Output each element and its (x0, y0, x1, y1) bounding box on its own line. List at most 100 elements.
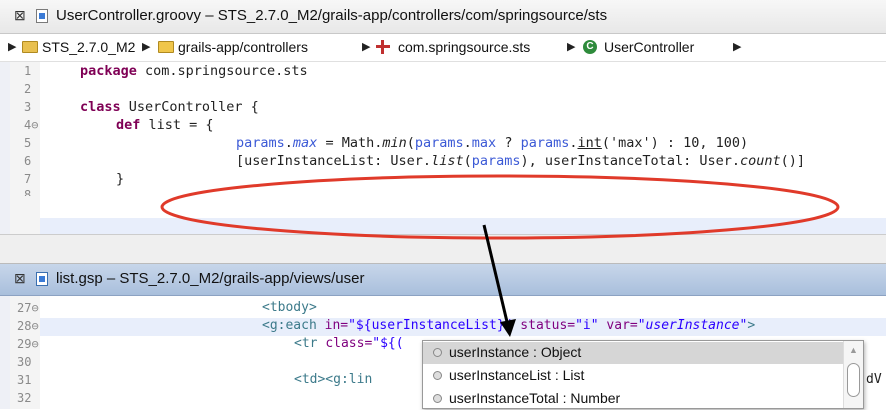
line-number: 6 (24, 154, 32, 168)
overview-ruler (0, 296, 10, 409)
line-number[interactable]: 4⊖ (24, 118, 38, 132)
code-line: } (116, 171, 124, 187)
line-number[interactable]: 28⊖ (17, 319, 39, 333)
line-number: 1 (24, 64, 32, 78)
class-icon: C (583, 40, 597, 54)
code-token: params (520, 135, 570, 151)
code-token: min (382, 135, 407, 151)
chevron-right-icon[interactable]: ▶ (733, 40, 741, 53)
code-token: "${( (372, 336, 404, 351)
assist-item-label: userInstanceList : List (449, 367, 585, 383)
breadcrumb-folder[interactable]: grails-app/controllers (178, 39, 308, 55)
code-line: [userInstanceList: User.list(params), us… (236, 153, 805, 169)
overview-ruler (0, 62, 10, 234)
breadcrumb: ▶ STS_2.7.0_M2 ▶ grails-app/controllers … (0, 34, 886, 62)
line-number: 2 (24, 82, 32, 96)
code-text: list = { (140, 117, 214, 133)
gsp-file-icon (36, 272, 48, 286)
code-token: list (431, 153, 464, 169)
code-token: } (116, 171, 125, 187)
chevron-right-icon[interactable]: ▶ (142, 40, 150, 53)
code-token: "i" (575, 318, 599, 333)
line-number: 30 (17, 355, 32, 369)
close-icon[interactable]: ⊠ (14, 8, 28, 22)
code-token: ), userInstanceTotal: User. (520, 153, 740, 169)
code-token: max (292, 135, 318, 151)
assist-item[interactable]: userInstanceList : List (423, 365, 843, 387)
assist-item[interactable]: userInstance : Object (423, 342, 843, 364)
code-line: class UserController { (80, 99, 259, 115)
assist-item[interactable]: userInstanceTotal : Number (423, 388, 843, 410)
code-line: params.max = Math.min(params.max ? param… (236, 135, 748, 151)
code-text: UserController { (120, 99, 259, 115)
line-number[interactable]: 27⊖ (17, 301, 39, 315)
close-icon[interactable]: ⊠ (14, 271, 28, 285)
code-token: . (284, 135, 293, 151)
code-token: ( (463, 153, 472, 169)
code-token: max (471, 135, 497, 151)
chevron-right-icon[interactable]: ▶ (8, 40, 16, 53)
property-icon (433, 348, 442, 357)
top-editor-tab[interactable]: ⊠ UserController.groovy – STS_2.7.0_M2/g… (0, 0, 886, 34)
code-token: "userInstance" (637, 318, 748, 333)
code-token: var= (598, 318, 638, 333)
code-token: status= (512, 318, 576, 333)
code-token: class= (325, 336, 373, 351)
code-token: ? (496, 135, 521, 151)
breadcrumb-package[interactable]: com.springsource.sts (398, 39, 530, 55)
code-token: = Math. (317, 135, 383, 151)
chevron-right-icon[interactable]: ▶ (567, 40, 575, 53)
groovy-file-icon (36, 9, 48, 23)
code-token: <td><g:lin (294, 372, 373, 387)
code-token: params (471, 153, 521, 169)
package-icon (376, 40, 390, 54)
content-assist-popup: userInstance : Object userInstanceList :… (422, 340, 864, 409)
code-text: com.springsource.sts (136, 63, 308, 79)
chevron-right-icon[interactable]: ▶ (362, 40, 370, 53)
code-token: <g:each (262, 318, 325, 333)
keyword: class (80, 99, 121, 115)
code-token: > (747, 318, 756, 333)
keyword: package (80, 63, 137, 79)
breadcrumb-class[interactable]: UserController (604, 39, 694, 55)
line-number[interactable]: 29⊖ (17, 337, 39, 351)
code-line: <g:each in="${userInstanceList}" status=… (262, 318, 755, 333)
code-line: <tbody> (262, 300, 317, 315)
keyword: def (116, 117, 141, 133)
code-token: count (739, 153, 781, 169)
code-line: dV (866, 372, 882, 387)
scroll-up-icon[interactable]: ▲ (849, 345, 858, 355)
property-icon (433, 394, 442, 403)
code-token: ()] (780, 153, 805, 169)
code-token: dV (866, 372, 882, 387)
code-token: params (236, 135, 285, 151)
code-line: <tr class="${( (294, 336, 404, 351)
bottom-editor-tab[interactable]: ⊠ list.gsp – STS_2.7.0_M2/grails-app/vie… (0, 264, 886, 296)
line-number: 3 (24, 100, 32, 114)
code-token: ( (406, 135, 415, 151)
assist-scrollbar[interactable]: ▲ (843, 341, 863, 408)
line-number: 7 (24, 172, 32, 186)
code-token: [userInstanceList: User. (236, 153, 432, 169)
top-editor-title: UserController.groovy – STS_2.7.0_M2/gra… (56, 7, 608, 24)
scrollbar-thumb[interactable] (847, 363, 860, 397)
project-icon (22, 41, 38, 53)
code-token: params (414, 135, 464, 151)
line-number: 5 (24, 136, 32, 150)
assist-item-label: userInstanceTotal : Number (449, 390, 621, 406)
line-number: 32 (17, 391, 32, 404)
top-code-editor[interactable]: 1 2 3 4⊖ 5 6 7 8 package com.springsourc… (0, 62, 886, 236)
code-token: <tbody> (262, 300, 317, 315)
code-token: ('max') : 10, 100) (601, 135, 749, 151)
bottom-editor-title: list.gsp – STS_2.7.0_M2/grails-app/views… (56, 270, 365, 287)
folder-icon (158, 41, 174, 53)
code-token: in= (324, 318, 349, 333)
line-number: 8 (24, 188, 32, 196)
code-line: def list = { (116, 117, 214, 133)
editor-separator (0, 234, 886, 264)
code-token: "${userInstanceList}" (348, 318, 513, 333)
property-icon (433, 371, 442, 380)
code-token: . (463, 135, 472, 151)
code-token: . (569, 135, 578, 151)
breadcrumb-project[interactable]: STS_2.7.0_M2 (42, 39, 135, 55)
